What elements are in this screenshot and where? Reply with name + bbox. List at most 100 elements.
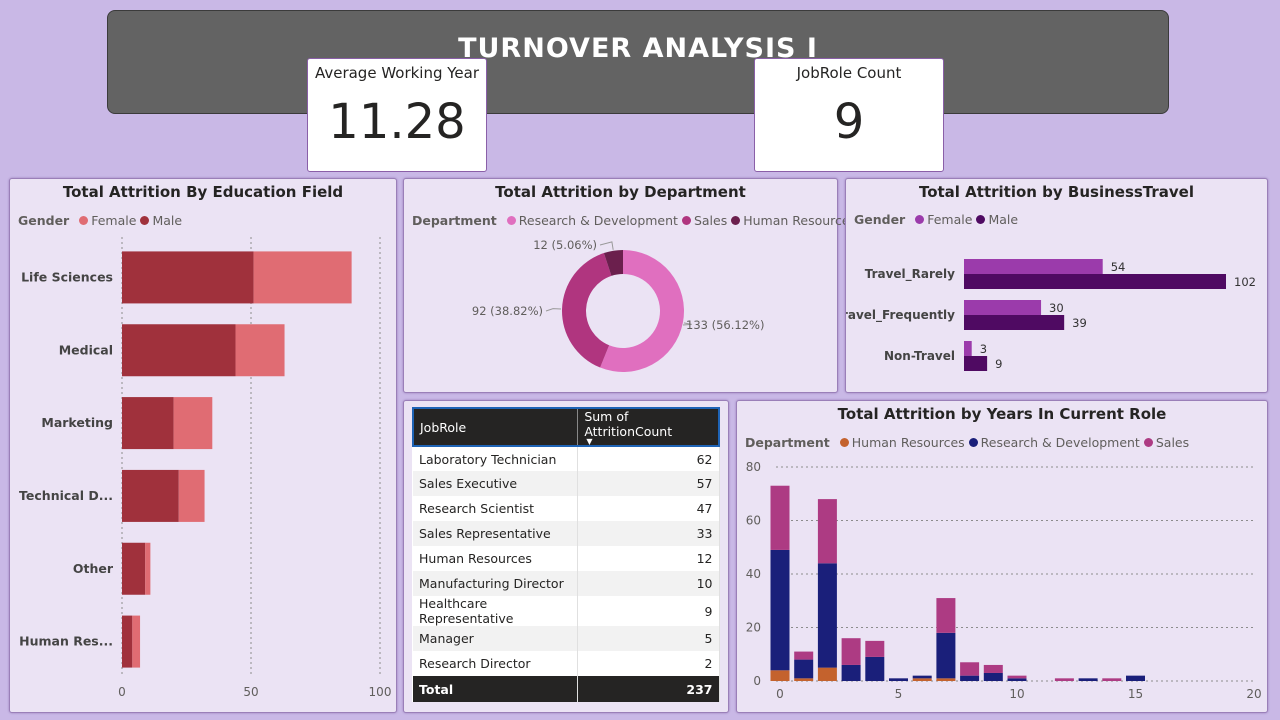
data-label: 102 <box>1234 275 1256 289</box>
table-row[interactable]: Manager 5 <box>413 626 720 651</box>
bar-male[interactable] <box>964 356 988 371</box>
bar-female[interactable] <box>964 259 1103 274</box>
bar-male[interactable] <box>122 324 236 377</box>
bar-segment[interactable] <box>960 675 980 681</box>
bar-segment[interactable] <box>817 563 837 668</box>
bar-segment[interactable] <box>912 675 932 679</box>
bar-segment[interactable] <box>1007 678 1027 681</box>
table-row[interactable]: Laboratory Technician 62 <box>413 446 720 471</box>
bar-segment[interactable] <box>1054 678 1074 681</box>
table-row[interactable]: Sales Representative 33 <box>413 521 720 546</box>
years-in-role-chart-panel[interactable]: Total Attrition by Years In Current Role… <box>736 400 1268 713</box>
data-label: 92 (38.82%) <box>472 304 543 318</box>
category-label: Life Sciences <box>21 269 113 284</box>
y-tick-label: 20 <box>746 621 761 635</box>
column-header-jobrole[interactable]: JobRole <box>413 408 579 446</box>
bar-female[interactable] <box>132 615 141 668</box>
bar-female[interactable] <box>253 251 352 304</box>
attrition-count-cell: 57 <box>577 471 720 496</box>
bar-male[interactable] <box>122 397 174 450</box>
bar-segment[interactable] <box>936 678 956 681</box>
jobrole-cell: Laboratory Technician <box>413 446 579 471</box>
kpi-value: 11.28 <box>328 94 466 150</box>
bar-female[interactable] <box>964 300 1042 315</box>
y-tick-label: 40 <box>746 567 761 581</box>
bar-male[interactable] <box>122 615 133 668</box>
donut-slice[interactable] <box>562 253 612 368</box>
bar-segment[interactable] <box>865 656 885 681</box>
bar-male[interactable] <box>964 315 1065 330</box>
sort-descending-icon[interactable]: ▼ <box>586 438 712 446</box>
y-tick-label: 80 <box>746 460 761 474</box>
bar-segment[interactable] <box>770 549 790 671</box>
table-row[interactable]: Sales Executive 57 <box>413 471 720 496</box>
attrition-count-cell: 33 <box>577 521 720 546</box>
bar-male[interactable] <box>964 274 1226 289</box>
bar-segment[interactable] <box>841 638 861 665</box>
jobrole-attrition-table: JobRole Sum of AttritionCount ▼ Laborator… <box>412 407 720 702</box>
years-stacked-bar-chart: 0 20 40 60 80 0 5 10 15 20 <box>746 460 1262 701</box>
category-label: Marketing <box>41 415 113 430</box>
x-tick-label: 100 <box>369 685 392 699</box>
bar-male[interactable] <box>122 251 254 304</box>
table-row[interactable]: Research Director 2 <box>413 651 720 676</box>
business-travel-chart-panel[interactable]: Total Attrition by BusinessTravel Gender… <box>845 178 1268 393</box>
bar-male[interactable] <box>122 469 179 522</box>
leader-line <box>599 241 614 250</box>
bar-segment[interactable] <box>912 678 932 681</box>
x-tick-label: 5 <box>895 687 903 701</box>
table-row[interactable]: Manufacturing Director 10 <box>413 571 720 596</box>
bar-segment[interactable] <box>841 664 861 681</box>
title-banner: TURNOVER ANALYSIS I <box>107 10 1169 114</box>
bar-segment[interactable] <box>794 659 814 679</box>
attrition-count-cell: 5 <box>577 626 720 651</box>
bar-segment[interactable] <box>983 672 1003 681</box>
bar-female[interactable] <box>145 542 151 595</box>
column-header-sum-attritioncount[interactable]: Sum of AttritionCount ▼ <box>577 408 720 446</box>
data-label: 3 <box>980 342 987 356</box>
bar-female[interactable] <box>173 397 213 450</box>
bar-segment[interactable] <box>983 664 1003 673</box>
jobrole-cell: Research Scientist <box>413 496 579 521</box>
bar-female[interactable] <box>235 324 285 377</box>
table-header-row: JobRole Sum of AttritionCount ▼ <box>413 408 720 446</box>
bar-segment[interactable] <box>1126 675 1145 681</box>
category-label: Technical D... <box>19 488 113 503</box>
jobrole-table-panel[interactable]: JobRole Sum of AttritionCount ▼ Laborator… <box>403 400 729 713</box>
attrition-count-cell: 62 <box>577 446 720 471</box>
bar-segment[interactable] <box>865 640 885 657</box>
bar-segment[interactable] <box>1078 678 1098 681</box>
bar-female[interactable] <box>178 469 205 522</box>
table-row[interactable]: Research Scientist 47 <box>413 496 720 521</box>
bar-segment[interactable] <box>960 662 980 676</box>
table-row[interactable]: Human Resources 12 <box>413 546 720 571</box>
bar-segment[interactable] <box>770 485 790 550</box>
data-label: 133 (56.12%) <box>686 318 764 332</box>
bar-segment[interactable] <box>817 499 837 564</box>
jobrole-cell: Manager <box>413 626 579 651</box>
bar-segment[interactable] <box>794 651 814 660</box>
education-field-chart-panel[interactable]: Total Attrition By Education Field Gende… <box>9 178 397 713</box>
business-travel-bar-chart: Travel_Rarely 54 102 Travel_Frequently 30 39 N… <box>846 259 1256 371</box>
data-label: 30 <box>1049 301 1064 315</box>
jobrole-cell: Manufacturing Director <box>413 571 579 596</box>
bar-segment[interactable] <box>1007 675 1027 679</box>
bar-segment[interactable] <box>1102 678 1122 681</box>
department-chart-panel[interactable]: Total Attrition by Department Department… <box>403 178 856 393</box>
jobrole-cell: Research Director <box>413 651 579 676</box>
bar-segment[interactable] <box>889 678 908 681</box>
bar-male[interactable] <box>122 542 146 595</box>
category-label: Medical <box>59 342 113 357</box>
education-bar-chart: 0 50 100 Life Sciences Medical Marketing Techn… <box>19 237 392 699</box>
bar-segment[interactable] <box>936 598 956 633</box>
bar-segment[interactable] <box>817 667 837 681</box>
bar-segment[interactable] <box>936 632 956 679</box>
kpi-card-average-working-year[interactable]: Average Working Year 11.28 <box>307 58 487 172</box>
data-label: 9 <box>995 357 1002 371</box>
kpi-card-jobrole-count[interactable]: JobRole Count 9 <box>754 58 944 172</box>
table-row[interactable]: Healthcare Representative 9 <box>413 596 720 626</box>
bar-segment[interactable] <box>794 678 814 681</box>
bar-female[interactable] <box>964 341 972 356</box>
bar-segment[interactable] <box>770 670 790 681</box>
attrition-count-cell: 2 <box>577 651 720 676</box>
